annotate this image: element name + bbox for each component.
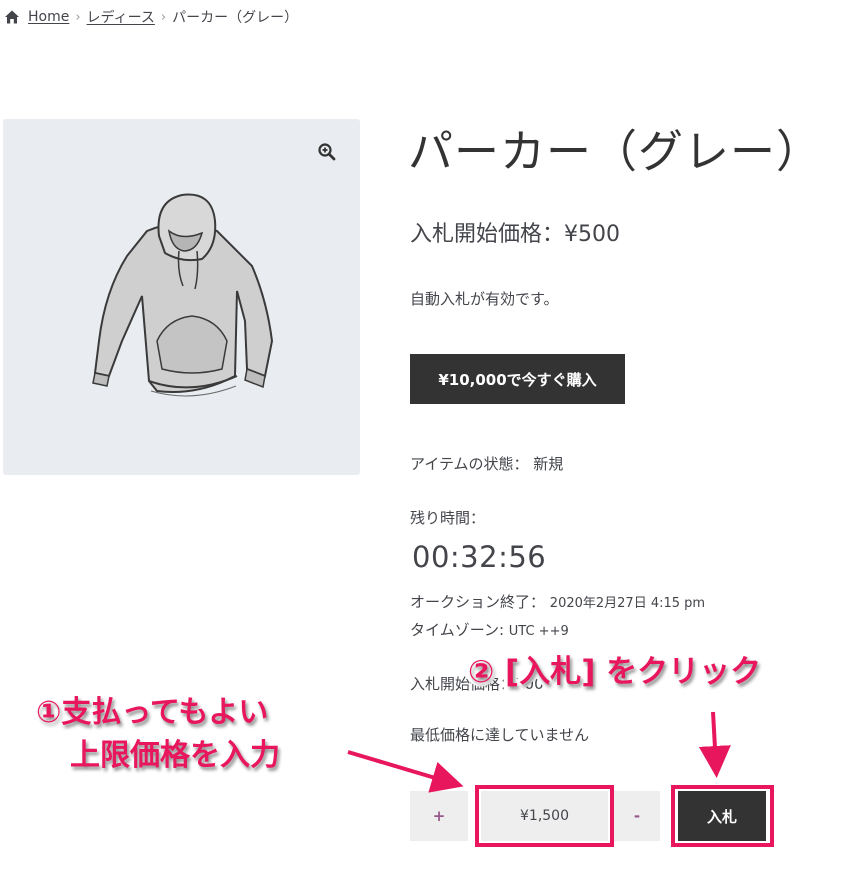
breadcrumb: Home › レディース › パーカー（グレー）	[4, 6, 298, 28]
place-bid-button[interactable]: 入札	[678, 791, 766, 841]
buy-now-button[interactable]: ¥10,000で今すぐ購入	[410, 354, 625, 404]
chevron-right-icon: ›	[160, 9, 167, 25]
reserve-status: 最低価格に達していません	[410, 726, 590, 744]
time-remaining-label: 残り時間：	[410, 509, 486, 527]
product-title: パーカー（グレー）	[408, 125, 823, 178]
breadcrumb-category-link[interactable]: レディース	[87, 7, 155, 27]
breadcrumb-home-link[interactable]: Home	[28, 9, 69, 25]
condition-value: 新規	[533, 455, 564, 473]
annotation-step1-line1: ①支払ってもよい	[32, 691, 272, 734]
timezone: タイムゾーン: UTC ++9	[410, 619, 569, 640]
start-price-value: ¥500	[564, 222, 621, 247]
annotation-step1-line2: 上限価格を入力	[66, 734, 284, 777]
zoom-in-icon[interactable]	[312, 137, 342, 167]
auction-end-value: 2020年2月27日 4:15 pm	[549, 596, 706, 611]
auto-bid-notice: 自動入札が有効です。	[410, 290, 559, 308]
countdown-timer: 00:32:56	[412, 540, 547, 574]
item-condition: アイテムの状態： 新規	[410, 453, 563, 474]
product-image[interactable]	[3, 119, 360, 475]
increase-bid-button[interactable]: +	[410, 791, 468, 841]
decrease-bid-button[interactable]: -	[614, 791, 660, 841]
breadcrumb-current: パーカー（グレー）	[172, 10, 299, 26]
timezone-label: タイムゾーン:	[410, 621, 509, 639]
auction-end: オークション終了： 2020年2月27日 4:15 pm	[410, 591, 705, 612]
home-icon[interactable]	[4, 9, 20, 25]
timezone-value: UTC ++9	[508, 624, 569, 639]
chevron-right-icon: ›	[75, 9, 81, 25]
auction-end-label: オークション終了：	[410, 593, 546, 611]
bid-amount-input[interactable]	[481, 791, 608, 841]
start-price-label: 入札開始価格：	[410, 222, 565, 247]
start-price: 入札開始価格：¥500	[410, 216, 620, 248]
annotation-step2: ② [入札] をクリック	[464, 650, 765, 694]
condition-label: アイテムの状態：	[410, 455, 529, 473]
hoodie-image	[92, 193, 274, 397]
